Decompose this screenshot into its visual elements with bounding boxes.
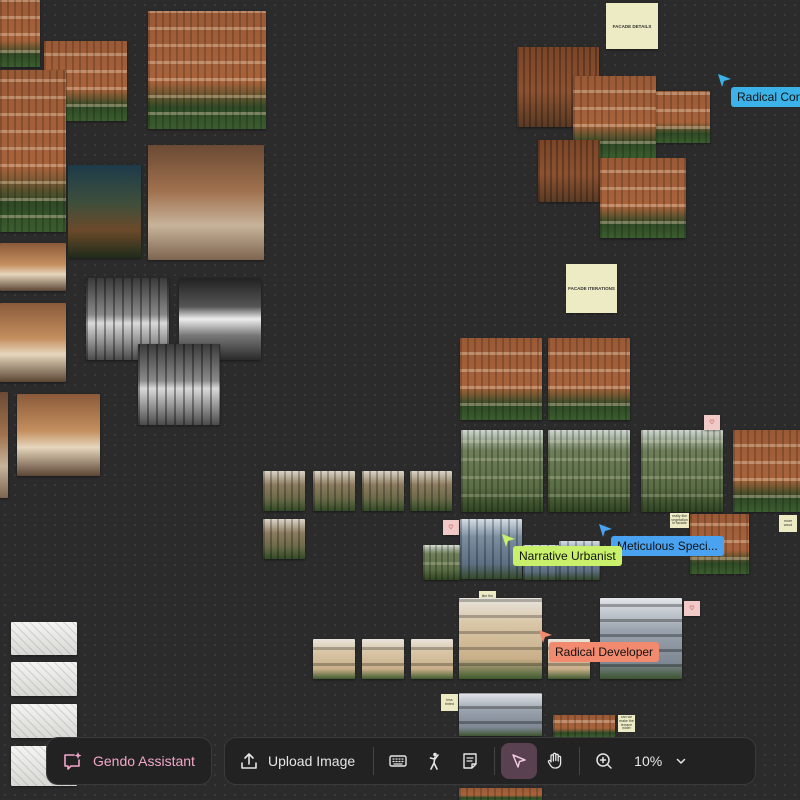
image-tile[interactable] <box>263 519 305 559</box>
comment-text: less tinted <box>445 697 454 706</box>
heart-icon: ♡ <box>709 420 715 426</box>
toolbar-divider <box>373 747 375 775</box>
heart-icon: ♡ <box>689 606 695 612</box>
zoom-button[interactable] <box>586 743 622 779</box>
note-text: FACADE ITERATIONS <box>568 286 615 291</box>
note-text: FACADE DETAILS <box>612 23 652 29</box>
image-tile[interactable] <box>0 0 40 67</box>
cursor-label: Radical Cons <box>731 87 800 107</box>
comment-text: can we make the terrace wider <box>619 714 634 731</box>
image-tile[interactable] <box>600 598 682 679</box>
heart-note[interactable]: ♡ <box>443 520 459 535</box>
note-icon <box>463 753 477 769</box>
image-tile[interactable] <box>138 344 220 425</box>
image-tile[interactable] <box>459 598 542 679</box>
assistant-label: Gendo Assistant <box>93 753 195 769</box>
heart-icon: ♡ <box>448 525 454 531</box>
hand-icon <box>548 752 562 769</box>
image-tile[interactable] <box>11 662 77 696</box>
comment-note[interactable]: can we make the terrace wider <box>618 715 635 732</box>
image-tile[interactable] <box>600 158 686 238</box>
zoom-level-dropdown[interactable]: 10% <box>622 743 698 779</box>
upload-image-button[interactable]: Upload Image <box>225 743 367 779</box>
image-tile[interactable] <box>263 471 305 511</box>
image-tile[interactable] <box>461 430 543 512</box>
pointer-icon <box>512 754 526 768</box>
image-tile[interactable] <box>0 392 8 498</box>
image-tile[interactable] <box>538 140 600 202</box>
heart-note[interactable]: ♡ <box>704 415 720 430</box>
chevron-down-icon <box>676 758 686 764</box>
image-tile[interactable] <box>313 639 355 679</box>
upload-icon <box>241 753 257 769</box>
cursor-arrow-icon <box>718 74 731 87</box>
image-tile[interactable] <box>733 430 800 512</box>
image-tile[interactable] <box>11 622 77 655</box>
image-tile[interactable] <box>0 243 66 291</box>
image-tile[interactable] <box>548 338 630 420</box>
zoom-icon <box>596 753 612 769</box>
image-tile[interactable] <box>641 430 723 512</box>
moodboard-canvas[interactable]: FACADE DETAILS FACADE ITERATIONS ♡ reall… <box>0 0 800 800</box>
cursor-label: Narrative Urbanist <box>513 546 622 566</box>
image-tile[interactable] <box>17 394 100 476</box>
cursor-label: Meticulous Speci... <box>611 536 724 556</box>
keyboard-button[interactable] <box>380 743 416 779</box>
zoom-value: 10% <box>634 753 663 769</box>
image-tile[interactable] <box>0 303 66 382</box>
comment-note[interactable]: really like vegetation in facade <box>670 513 689 528</box>
image-tile[interactable] <box>459 693 542 736</box>
image-tile[interactable] <box>313 471 355 511</box>
bottom-toolbar: Upload Image 10% <box>224 737 756 785</box>
comment-note[interactable]: more wood <box>779 515 797 532</box>
image-tile[interactable] <box>548 430 630 512</box>
toolbar-divider <box>494 747 496 775</box>
image-tile[interactable] <box>656 91 710 143</box>
figure-icon <box>429 752 439 770</box>
upload-label: Upload Image <box>268 753 356 769</box>
image-tile[interactable] <box>362 471 404 511</box>
comment-text: really like vegetation in facade <box>671 513 688 526</box>
image-tile[interactable] <box>362 639 404 679</box>
image-tile[interactable] <box>460 338 542 420</box>
toolbar-divider <box>579 747 581 775</box>
sticky-note[interactable]: FACADE DETAILS <box>606 3 658 49</box>
hand-tool-button[interactable] <box>537 743 573 779</box>
keyboard-icon <box>389 755 407 767</box>
pointer-tool-button[interactable] <box>501 743 538 779</box>
comment-note[interactable]: less tinted <box>441 694 458 711</box>
gendo-assistant-button[interactable]: Gendo Assistant <box>46 737 212 785</box>
image-tile[interactable] <box>148 11 266 129</box>
sparkle-chat-icon <box>64 752 82 770</box>
figure-button[interactable] <box>416 743 452 779</box>
image-tile[interactable] <box>148 145 264 260</box>
image-tile[interactable] <box>459 788 542 800</box>
image-tile[interactable] <box>411 639 453 679</box>
image-tile[interactable] <box>68 165 141 258</box>
image-tile[interactable] <box>553 715 615 737</box>
sticky-note[interactable]: FACADE ITERATIONS <box>566 264 617 313</box>
cursor-label: Radical Developer <box>549 642 660 662</box>
note-button[interactable] <box>452 743 488 779</box>
image-tile[interactable] <box>410 471 452 511</box>
image-tile[interactable] <box>11 704 77 738</box>
image-tile[interactable] <box>423 545 460 580</box>
heart-note[interactable]: ♡ <box>684 601 700 616</box>
comment-text: more wood <box>783 518 793 527</box>
image-tile[interactable] <box>0 70 66 232</box>
